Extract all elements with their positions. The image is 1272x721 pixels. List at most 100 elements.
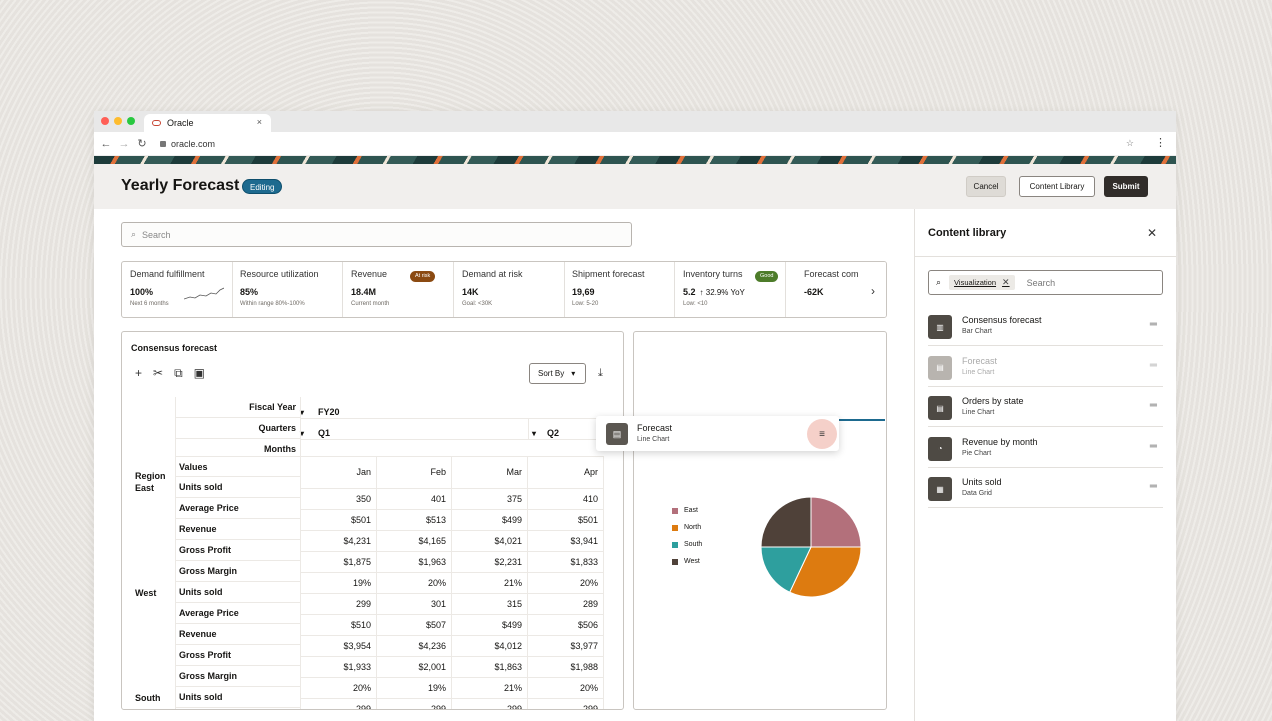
- kpi-card[interactable]: Resource utilization 85% Within range 80%-…: [232, 262, 343, 317]
- table-cell: $1,863: [452, 657, 528, 678]
- legend-label: East: [684, 507, 699, 514]
- item-name: Forecast: [962, 355, 998, 366]
- cancel-button[interactable]: Cancel: [966, 176, 1006, 197]
- fy-label: FY20: [318, 407, 340, 417]
- back-icon[interactable]: ←: [100, 138, 112, 150]
- dragged-forecast-card[interactable]: ▤ Forecast Line Chart ≡: [596, 416, 839, 451]
- measure-label: Average Price: [175, 498, 300, 519]
- table-cell: 20%: [528, 678, 604, 699]
- legend-swatch: [672, 541, 678, 548]
- kpi-subtitle: Current month: [351, 301, 390, 307]
- paste-icon[interactable]: ▣: [194, 366, 205, 381]
- table-cell: 410: [528, 489, 604, 510]
- drag-handle-icon[interactable]: ═: [1150, 441, 1157, 452]
- kpi-card[interactable]: Inventory turns 5.2 ↑ 32.9% YoY Low: <10 Goo…: [675, 262, 786, 317]
- cut-icon[interactable]: ✂: [153, 366, 163, 381]
- grid-line: [300, 418, 613, 419]
- table-cell: $506: [528, 615, 604, 636]
- card-name: Forecast: [637, 423, 673, 433]
- legend-label: West: [684, 558, 700, 565]
- chevron-right-icon: ›: [871, 283, 875, 298]
- minimize-window-button[interactable]: [114, 117, 122, 125]
- maximize-window-button[interactable]: [127, 117, 135, 125]
- table-cell: $499: [452, 615, 528, 636]
- table-cell: 299: [452, 699, 528, 709]
- kpi-strip: Demand fulfillment 100% Next 6 months Resou…: [121, 261, 887, 318]
- measure-label: Revenue: [175, 519, 300, 540]
- drag-handle-icon[interactable]: ═: [1150, 481, 1157, 492]
- search-placeholder: Search: [142, 229, 171, 240]
- legend-swatch: [672, 558, 678, 565]
- chevron-down-icon: ▾: [532, 429, 537, 438]
- table-cell: 289: [528, 594, 604, 615]
- kpi-card[interactable]: Demand at risk 14K Goal: <30K: [454, 262, 565, 317]
- kpi-next-button[interactable]: ›: [860, 262, 886, 317]
- copy-icon[interactable]: ⧉: [174, 366, 183, 381]
- kpi-subtitle: Next 6 months: [130, 301, 169, 307]
- drag-handle-icon[interactable]: ═: [1150, 319, 1157, 330]
- table-cell: $3,954: [300, 636, 377, 657]
- tab-close-icon[interactable]: ×: [257, 117, 262, 127]
- pie-slice-west[interactable]: [760, 496, 812, 548]
- filter-chip[interactable]: Visualization ✕: [949, 275, 1015, 290]
- bookmark-star-icon[interactable]: ☆: [1126, 138, 1134, 149]
- forward-icon[interactable]: →: [118, 138, 130, 150]
- search-input[interactable]: ⌕ Search: [121, 222, 632, 247]
- grid-line: [528, 418, 529, 439]
- editing-badge: Editing: [242, 179, 283, 194]
- drag-handle-icon[interactable]: ═: [1150, 360, 1157, 371]
- tab-title: Oracle: [167, 118, 194, 128]
- library-item[interactable]: ▤ Orders by state Line Chart ═: [928, 387, 1163, 427]
- table-cell: $4,012: [452, 636, 528, 657]
- lock-icon: [160, 140, 166, 147]
- drag-handle-icon[interactable]: ≡: [807, 419, 837, 449]
- table-cell: 19%: [377, 678, 452, 699]
- close-window-button[interactable]: [101, 117, 109, 125]
- panel-title: Consensus forecast: [131, 343, 218, 353]
- browser-menu-icon[interactable]: ⋮: [1155, 136, 1166, 149]
- drag-handle-icon[interactable]: ═: [1150, 400, 1157, 411]
- month-header: Jan: [300, 456, 377, 489]
- q2-label: Q2: [547, 428, 560, 438]
- brand-banner: [94, 156, 1176, 164]
- kpi-subtitle: Low: 5-20: [572, 301, 599, 307]
- library-item[interactable]: ▦ Units sold Data Grid ═: [928, 468, 1163, 508]
- kpi-value: 19,69: [572, 287, 595, 297]
- kpi-title: Shipment forecast: [572, 269, 645, 279]
- table-cell: $4,236: [377, 636, 452, 657]
- table-cell: $3,977: [528, 636, 604, 657]
- library-item[interactable]: ▤ Forecast Line Chart ═: [928, 347, 1163, 387]
- library-search-input[interactable]: ⌕ Visualization ✕ Search: [928, 270, 1163, 295]
- url-field[interactable]: oracle.com: [160, 139, 215, 149]
- close-icon[interactable]: ✕: [1147, 226, 1157, 240]
- content-library-button[interactable]: Content Library: [1019, 176, 1095, 197]
- measure-label: Gross Margin: [175, 561, 300, 582]
- submit-button[interactable]: Submit: [1104, 176, 1148, 197]
- item-name: Units sold: [962, 477, 1002, 487]
- caret-down-icon: ▾: [571, 369, 576, 378]
- table-cell: $507: [377, 615, 452, 636]
- kpi-card[interactable]: Revenue 18.4M Current month At risk: [343, 262, 454, 317]
- kpi-card[interactable]: Shipment forecast 19,69 Low: 5-20: [564, 262, 675, 317]
- remove-filter-icon[interactable]: ✕: [1002, 277, 1010, 288]
- browser-tab[interactable]: Oracle ×: [144, 114, 271, 132]
- sort-by-label: Sort By: [538, 369, 565, 378]
- grid-toolbar: + ✂ ⧉ ▣: [135, 366, 205, 381]
- library-item[interactable]: ◔ Revenue by month Pie Chart ═: [928, 428, 1163, 468]
- kpi-value: 5.2 ↑ 32.9% YoY: [683, 287, 745, 297]
- table-cell: 21%: [452, 573, 528, 594]
- kpi-card[interactable]: Demand fulfillment 100% Next 6 months: [122, 262, 233, 317]
- download-icon[interactable]: ⤓: [598, 367, 603, 380]
- table-cell: 401: [377, 489, 452, 510]
- pie-slice-east[interactable]: [810, 496, 862, 548]
- pie-chart: [760, 496, 862, 598]
- kpi-value: 14K: [462, 287, 479, 297]
- reload-icon[interactable]: ↻: [136, 137, 148, 150]
- library-item[interactable]: ▥ Consensus forecast Bar Chart ═: [928, 306, 1163, 346]
- pie-chart-panel: East North South West: [633, 331, 887, 710]
- month-header: Apr: [528, 456, 604, 489]
- table-cell: $4,165: [377, 531, 452, 552]
- sort-by-select[interactable]: Sort By ▾: [529, 363, 586, 384]
- table-cell: $513: [377, 510, 452, 531]
- add-icon[interactable]: +: [135, 366, 142, 381]
